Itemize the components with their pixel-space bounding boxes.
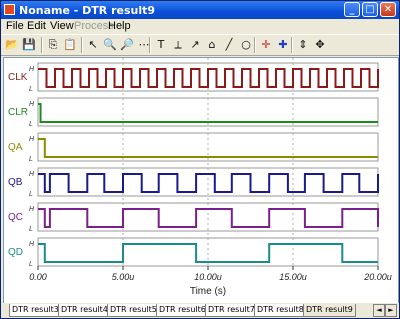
level-high-label: H (29, 171, 35, 178)
zoom-out-icon[interactable]: 🔎 (119, 37, 135, 53)
menu-file[interactable]: File (6, 20, 24, 32)
x-tick-label: 5.00u (112, 272, 135, 282)
tab-dtr-result4[interactable]: DTR result4 (58, 304, 111, 317)
line-icon[interactable]: ╱ (221, 37, 237, 53)
tab-dtr-result9[interactable]: DTR result9 (303, 304, 356, 317)
app-icon (4, 4, 15, 15)
level-high-label: H (29, 241, 35, 248)
main-window: Noname - DTR result9 _ □ ✕ File Edit Vie… (0, 0, 400, 319)
menu-view[interactable]: View (50, 20, 74, 32)
tab-dtr-result5[interactable]: DTR result5 (107, 304, 160, 317)
cursor-icon[interactable]: ↗ (187, 37, 203, 53)
menu-edit[interactable]: Edit (27, 20, 46, 32)
level-low-label: L (29, 86, 33, 93)
tab-scroll-right-button[interactable]: ► (385, 304, 397, 317)
x-axis-label: Time (s) (190, 286, 226, 297)
tab-scroll-left-button[interactable]: ◄ (373, 304, 385, 317)
text-icon[interactable]: T (153, 37, 169, 53)
trace-label-clr: CLR (8, 107, 28, 118)
zoom-in-icon[interactable]: 🔍 (102, 37, 118, 53)
tab-dtr-result6[interactable]: DTR result6 (156, 304, 209, 317)
crosshair-red-icon[interactable]: ✛ (258, 37, 274, 53)
x-tick-label: 20.00u (363, 272, 392, 282)
level-low-label: L (29, 226, 33, 233)
title-bar[interactable]: Noname - DTR result9 _ □ ✕ (1, 1, 399, 19)
crosshair-blue-icon[interactable]: ✚ (275, 37, 291, 53)
level-high-label: H (29, 101, 35, 108)
minimize-button[interactable]: _ (344, 2, 360, 17)
waveform-clk (38, 68, 379, 88)
level-low-label: L (29, 261, 33, 268)
x-tick-label: 15.00u (279, 272, 307, 282)
maximize-button[interactable]: □ (362, 2, 378, 17)
menu-help[interactable]: Help (108, 20, 131, 32)
toolbar-separator (254, 37, 256, 53)
trace-label-qb: QB (8, 177, 23, 188)
scale-icon[interactable]: ⇕ (295, 37, 311, 53)
trace-label-qa: QA (8, 142, 23, 153)
select-arrow-icon[interactable]: ↖ (85, 37, 101, 53)
level-high-label: H (29, 136, 35, 143)
trace-label-qd: QD (8, 247, 23, 258)
toolbar-separator (81, 37, 83, 53)
circle-icon[interactable]: ○ (238, 37, 254, 53)
move-icon[interactable]: ✥ (312, 37, 328, 53)
toolbar-separator (291, 37, 293, 53)
tab-dtr-result8[interactable]: DTR result8 (254, 304, 307, 317)
copy-icon[interactable]: ⎘ (45, 37, 61, 53)
open-icon[interactable]: 📂 (4, 37, 20, 53)
waveform-canvas: CLKHLCLRHLQAHLQBHLQCHLQDHL0.00 5.00u 10.00… (8, 58, 392, 297)
paste-icon[interactable]: 📋 (62, 37, 78, 53)
x-tick-label: 0.00 (29, 272, 47, 282)
x-tick-label: 10.00u (194, 272, 222, 282)
measure-icon[interactable]: ⟂ (170, 37, 186, 53)
tab-dtr-result3[interactable]: DTR result3 (9, 304, 62, 317)
menu-bar: File Edit View Process Help (1, 19, 399, 34)
toolbar-separator (41, 37, 43, 53)
level-low-label: L (29, 191, 33, 198)
window-title: Noname - DTR result9 (19, 4, 156, 17)
trace-label-qc: QC (8, 212, 23, 223)
level-high-label: H (29, 66, 35, 73)
waveform-plot: CLK H L CLR H L QA H L QB H L QC H L QD H L 0.00 5.00u 10.00… (3, 57, 399, 304)
result-tabs: DTR result3 DTR result4 DTR result5 DTR res… (1, 303, 399, 318)
toolbar: 📂 💾 ⎘ 📋 ↖ 🔍 🔎 ⋯ T ⟂ ↗ ⌂ ╱ ○ ✛ ✚ ⇕ ✥ (1, 34, 399, 56)
trace-label-clk: CLK (8, 72, 28, 83)
level-low-label: L (29, 121, 33, 128)
level-low-label: L (29, 156, 33, 163)
save-icon[interactable]: 💾 (21, 37, 37, 53)
level-high-label: H (29, 206, 35, 213)
tab-dtr-result7[interactable]: DTR result7 (205, 304, 258, 317)
close-button[interactable]: ✕ (380, 2, 396, 17)
toolbar-separator (149, 37, 151, 53)
marker-icon[interactable]: ⌂ (204, 37, 220, 53)
